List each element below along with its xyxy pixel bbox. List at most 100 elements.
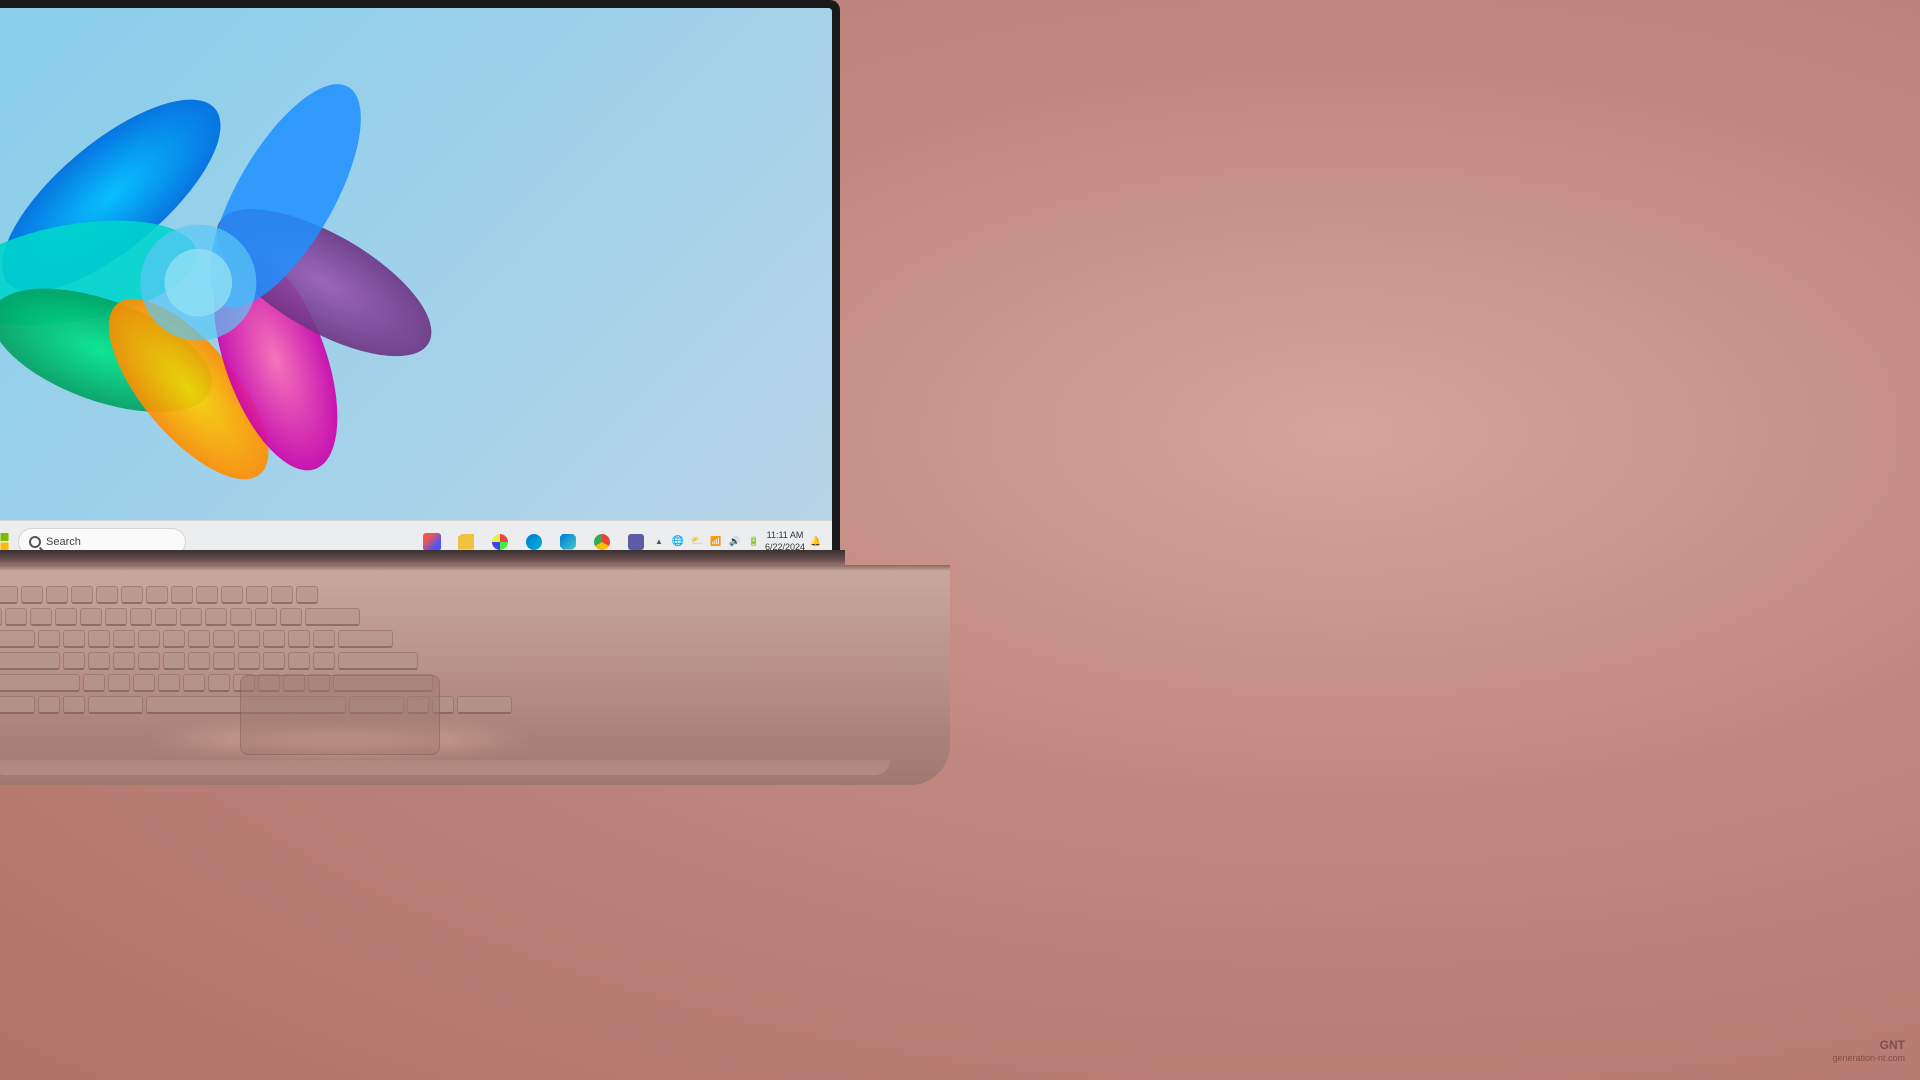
teams-app-icon (628, 534, 644, 550)
key-f2[interactable] (46, 586, 68, 604)
key-rctrl[interactable] (457, 696, 512, 714)
volume-icon[interactable]: 🔊 (727, 534, 743, 550)
key-minus[interactable] (255, 608, 277, 626)
trackpad[interactable] (240, 675, 440, 755)
key-lbracket[interactable] (288, 630, 310, 648)
key-semicolon[interactable] (288, 652, 310, 670)
key-9[interactable] (205, 608, 227, 626)
battery-icon[interactable]: 🔋 (746, 534, 762, 550)
key-x[interactable] (108, 674, 130, 692)
network-icon[interactable]: 🌐 (670, 534, 686, 550)
search-icon (29, 536, 41, 548)
key-t[interactable] (138, 630, 160, 648)
key-f4[interactable] (96, 586, 118, 604)
key-f5[interactable] (121, 586, 143, 604)
key-z[interactable] (83, 674, 105, 692)
key-a[interactable] (63, 652, 85, 670)
key-lctrl[interactable] (0, 696, 35, 714)
key-f10[interactable] (246, 586, 268, 604)
key-1[interactable] (5, 608, 27, 626)
key-3[interactable] (55, 608, 77, 626)
key-tab[interactable] (0, 630, 35, 648)
key-lshift[interactable] (0, 674, 80, 692)
key-v[interactable] (158, 674, 180, 692)
key-0[interactable] (230, 608, 252, 626)
screen-bezel: Search (0, 0, 840, 570)
search-label: Search (46, 536, 81, 548)
key-esc[interactable] (0, 586, 18, 604)
windows-logo-icon (0, 533, 9, 551)
key-f8[interactable] (196, 586, 218, 604)
key-r[interactable] (113, 630, 135, 648)
key-y[interactable] (163, 630, 185, 648)
keyboard-body (0, 565, 950, 785)
keyboard-top-edge (0, 565, 950, 571)
key-n[interactable] (208, 674, 230, 692)
key-5[interactable] (105, 608, 127, 626)
watermark: GNT generation-nt.com (1832, 1038, 1905, 1065)
key-u[interactable] (188, 630, 210, 648)
edge-app-icon (526, 534, 542, 550)
key-fn[interactable] (38, 696, 60, 714)
key-f12[interactable] (296, 586, 318, 604)
key-6[interactable] (130, 608, 152, 626)
key-e[interactable] (88, 630, 110, 648)
wallpaper (0, 8, 832, 520)
notifications-icon[interactable]: 🔔 (808, 534, 824, 550)
key-s[interactable] (88, 652, 110, 670)
key-caps[interactable] (0, 652, 60, 670)
key-f11[interactable] (271, 586, 293, 604)
key-2[interactable] (30, 608, 52, 626)
store-app-icon (560, 534, 576, 550)
key-o[interactable] (238, 630, 260, 648)
key-quote[interactable] (313, 652, 335, 670)
key-enter[interactable] (338, 652, 418, 670)
key-lwin[interactable] (63, 696, 85, 714)
laptop: Search (0, 0, 980, 1080)
laptop-bottom-edge (0, 760, 890, 775)
key-d[interactable] (113, 652, 135, 670)
key-f9[interactable] (221, 586, 243, 604)
key-row-1 (0, 585, 680, 604)
watermark-line1: GNT (1832, 1038, 1905, 1054)
key-backspace[interactable] (305, 608, 360, 626)
key-tilde[interactable] (0, 608, 2, 626)
bloom-wallpaper (0, 8, 498, 520)
paint-app-icon (423, 533, 441, 551)
files-app-icon (458, 534, 474, 550)
key-row-2 (0, 607, 680, 626)
key-7[interactable] (155, 608, 177, 626)
key-i[interactable] (213, 630, 235, 648)
chevron-icon[interactable]: ▲ (651, 534, 667, 550)
clock-time: 11:11 AM (767, 530, 804, 542)
key-f1[interactable] (21, 586, 43, 604)
photos-app-icon (492, 534, 508, 550)
chrome-app-icon (594, 534, 610, 550)
key-j[interactable] (213, 652, 235, 670)
key-equals[interactable] (280, 608, 302, 626)
key-4[interactable] (80, 608, 102, 626)
key-g[interactable] (163, 652, 185, 670)
screen: Search (0, 8, 832, 562)
key-p[interactable] (263, 630, 285, 648)
key-8[interactable] (180, 608, 202, 626)
key-f3[interactable] (71, 586, 93, 604)
weather-icon[interactable]: ⛅ (689, 534, 705, 550)
wifi-icon[interactable]: 📶 (708, 534, 724, 550)
key-l[interactable] (263, 652, 285, 670)
key-rbracket[interactable] (313, 630, 335, 648)
watermark-line2: generation-nt.com (1832, 1053, 1905, 1065)
key-row-4 (0, 651, 680, 670)
key-b[interactable] (183, 674, 205, 692)
key-q[interactable] (38, 630, 60, 648)
key-h[interactable] (188, 652, 210, 670)
key-f7[interactable] (171, 586, 193, 604)
key-lalt[interactable] (88, 696, 143, 714)
key-f[interactable] (138, 652, 160, 670)
key-w[interactable] (63, 630, 85, 648)
key-backslash[interactable] (338, 630, 393, 648)
key-c[interactable] (133, 674, 155, 692)
key-f6[interactable] (146, 586, 168, 604)
key-row-3 (0, 629, 680, 648)
key-k[interactable] (238, 652, 260, 670)
